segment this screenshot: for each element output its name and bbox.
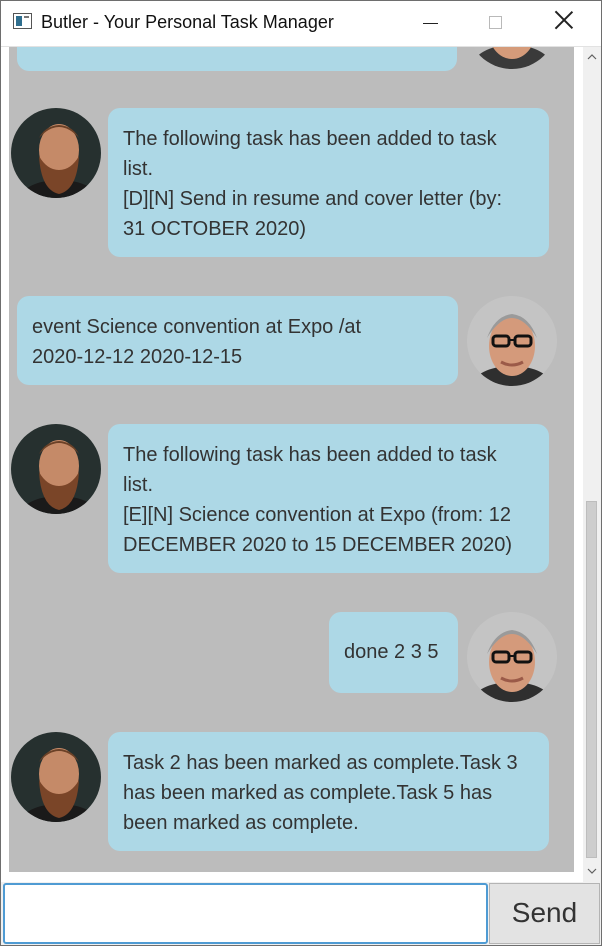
message-line: [D][N] Send in resume and cover letter (… — [123, 188, 503, 210]
user-avatar — [467, 612, 557, 702]
dialog-container: The following task has been added to tas… — [9, 47, 574, 872]
scrollbar-thumb[interactable] — [586, 501, 597, 858]
scroll-up-arrow-icon[interactable] — [587, 53, 597, 61]
chat-scroll-pane[interactable]: The following task has been added to tas… — [1, 47, 583, 882]
window-title: Butler - Your Personal Task Manager — [41, 12, 334, 32]
message-line: been marked as complete. — [123, 812, 359, 834]
message-line: The following task has been added to tas… — [123, 128, 497, 150]
input-bar: Send — [1, 882, 601, 945]
message-line: [E][N] Science convention at Expo (from:… — [123, 504, 511, 526]
app-icon — [13, 13, 32, 29]
user-avatar-partial — [467, 47, 557, 69]
butler-avatar — [11, 108, 101, 198]
message-line: has been marked as complete.Task 5 has — [123, 782, 493, 804]
message-line: 31 OCTOBER 2020) — [123, 218, 307, 240]
message-line: DECEMBER 2020 to 15 DECEMBER 2020) — [123, 534, 513, 556]
butler-avatar — [11, 732, 101, 822]
title-bar[interactable]: Butler - Your Personal Task Manager — [1, 1, 601, 47]
message-input[interactable] — [3, 883, 488, 944]
close-icon — [555, 11, 573, 29]
butler-avatar — [11, 424, 101, 514]
message-bubble-partial — [17, 47, 457, 71]
scroll-down-arrow-icon[interactable] — [587, 867, 597, 875]
maximize-button[interactable] — [473, 1, 519, 46]
user-message: event Science convention at Expo /at 202… — [17, 296, 458, 385]
user-message: done 2 3 5 — [329, 612, 458, 693]
butler-message: Task 2 has been marked as complete.Task … — [108, 732, 549, 851]
butler-message: The following task has been added to tas… — [108, 424, 549, 573]
message-line: 2020-12-12 2020-12-15 — [32, 346, 243, 368]
send-button[interactable]: Send — [489, 883, 600, 944]
close-button[interactable] — [541, 1, 587, 46]
message-line: list. — [123, 474, 153, 496]
app-window: Butler - Your Personal Task Manager The … — [0, 0, 602, 946]
butler-message: The following task has been added to tas… — [108, 108, 549, 257]
minimize-button[interactable] — [407, 1, 453, 46]
message-line: Task 2 has been marked as complete.Task … — [123, 752, 518, 774]
minimize-icon — [423, 23, 438, 24]
user-avatar — [467, 296, 557, 386]
message-line: The following task has been added to tas… — [123, 444, 497, 466]
message-line: done 2 3 5 — [344, 641, 439, 663]
message-line: list. — [123, 158, 153, 180]
vertical-scrollbar[interactable] — [583, 47, 601, 882]
maximize-icon — [489, 16, 502, 29]
message-line: event Science convention at Expo /at — [32, 316, 362, 338]
